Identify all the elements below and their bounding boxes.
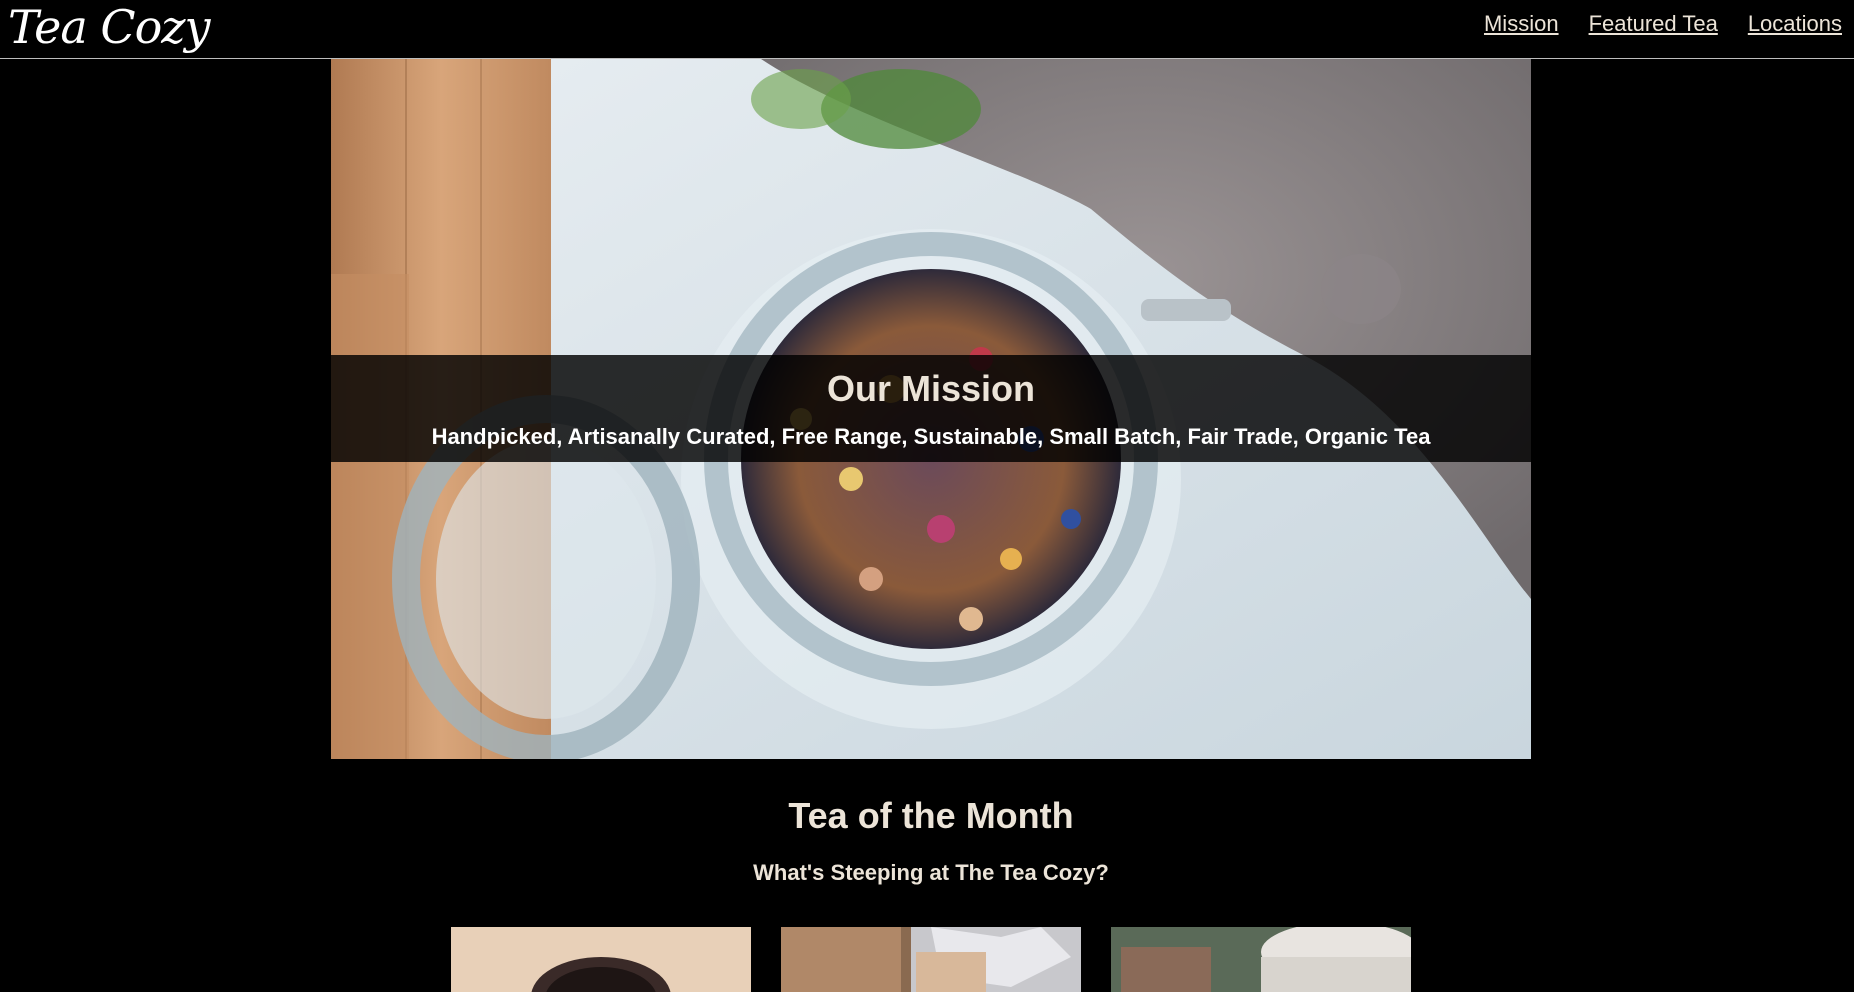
- tea-card-2[interactable]: [781, 927, 1081, 992]
- site-header: Tea Cozy Mission Featured Tea Locations: [0, 0, 1854, 59]
- nav-link-locations[interactable]: Locations: [1748, 11, 1842, 37]
- logo[interactable]: Tea Cozy: [8, 2, 210, 52]
- tea-of-month-subtitle: What's Steeping at The Tea Cozy?: [753, 860, 1109, 885]
- mission-subtitle: Handpicked, Artisanally Curated, Free Ra…: [431, 424, 1431, 449]
- tea-image-1: [451, 927, 751, 992]
- tea-image-3: [1111, 927, 1411, 992]
- tea-of-month-title: Tea of the Month: [788, 795, 1074, 836]
- tea-image-2: [781, 927, 1081, 992]
- mission-overlay: Our Mission Handpicked, Artisanally Cura…: [331, 355, 1531, 462]
- nav-link-featured-tea[interactable]: Featured Tea: [1589, 11, 1718, 37]
- main-nav: Mission Featured Tea Locations: [1484, 11, 1842, 37]
- tea-card-1[interactable]: [451, 927, 751, 992]
- mission-title: Our Mission: [826, 368, 1036, 409]
- mission-hero: Our Mission Handpicked, Artisanally Cura…: [331, 59, 1531, 759]
- tea-card-3[interactable]: [1111, 927, 1411, 992]
- nav-link-mission[interactable]: Mission: [1484, 11, 1559, 37]
